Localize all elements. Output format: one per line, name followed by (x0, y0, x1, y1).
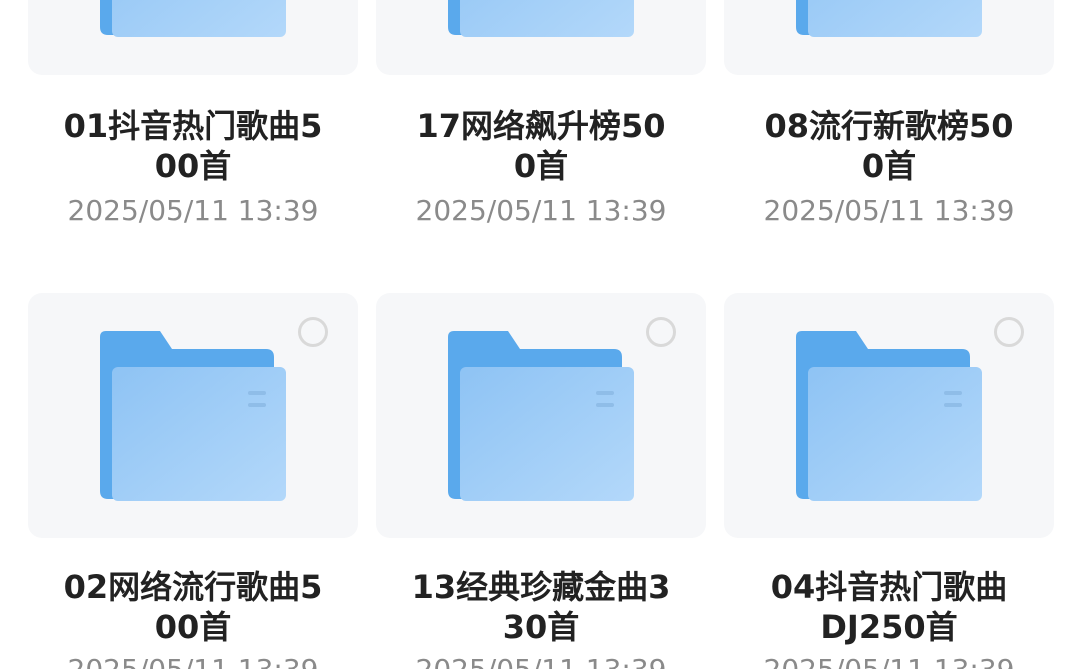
folder-name[interactable]: 01抖音热门歌曲5 00首 (28, 106, 358, 186)
folder-icon (100, 0, 286, 37)
select-checkbox[interactable] (298, 317, 328, 347)
folder-name-line: 01抖音热门歌曲5 (63, 107, 323, 145)
folder-name[interactable]: 17网络飙升榜50 0首 (376, 106, 706, 186)
folder-name-line: 17网络飙升榜50 (416, 107, 666, 145)
folder-name[interactable]: 02网络流行歌曲5 00首 (28, 567, 358, 647)
folder-name-line: 30首 (502, 608, 580, 646)
file-grid: 01抖音热门歌曲5 00首 17网络飙升榜50 0首 08流行新歌榜50 0首 … (0, 0, 1080, 669)
select-checkbox[interactable] (646, 317, 676, 347)
folder-date: 2025/05/11 13:39 (67, 194, 319, 227)
folder-date: 2025/05/11 13:39 (724, 653, 1054, 669)
folder-date: 2025/05/11 13:39 (376, 653, 706, 669)
folder-tile[interactable] (376, 293, 706, 538)
folder-icon (448, 0, 634, 37)
folder-name[interactable]: 04抖音热门歌曲 DJ250首 (724, 567, 1054, 647)
folder-date: 2025/05/11 13:39 (763, 194, 1015, 227)
folder-name-line: 08流行新歌榜50 (764, 107, 1014, 145)
folder-icon (796, 331, 982, 501)
folder-tile[interactable] (28, 293, 358, 538)
folder-date: 2025/05/11 13:39 (28, 653, 358, 669)
folder-name-line: 0首 (513, 147, 569, 185)
folder-icon (448, 331, 634, 501)
folder-name-line: 0首 (861, 147, 917, 185)
folder-name-line: 13经典珍藏金曲3 (411, 568, 671, 606)
folder-icon (100, 331, 286, 501)
select-checkbox[interactable] (994, 317, 1024, 347)
folder-tile[interactable] (28, 0, 358, 75)
folder-name-line: 04抖音热门歌曲 (770, 568, 1008, 606)
folder-name[interactable]: 13经典珍藏金曲3 30首 (376, 567, 706, 647)
folder-tile[interactable] (376, 0, 706, 75)
folder-tile[interactable] (724, 293, 1054, 538)
folder-name-line: 02网络流行歌曲5 (63, 568, 323, 606)
folder-icon (796, 0, 982, 37)
folder-name-line: 00首 (154, 608, 232, 646)
folder-name-line: DJ250首 (820, 608, 958, 646)
folder-date: 2025/05/11 13:39 (415, 194, 667, 227)
folder-tile[interactable] (724, 0, 1054, 75)
folder-name[interactable]: 08流行新歌榜50 0首 (724, 106, 1054, 186)
folder-name-line: 00首 (154, 147, 232, 185)
